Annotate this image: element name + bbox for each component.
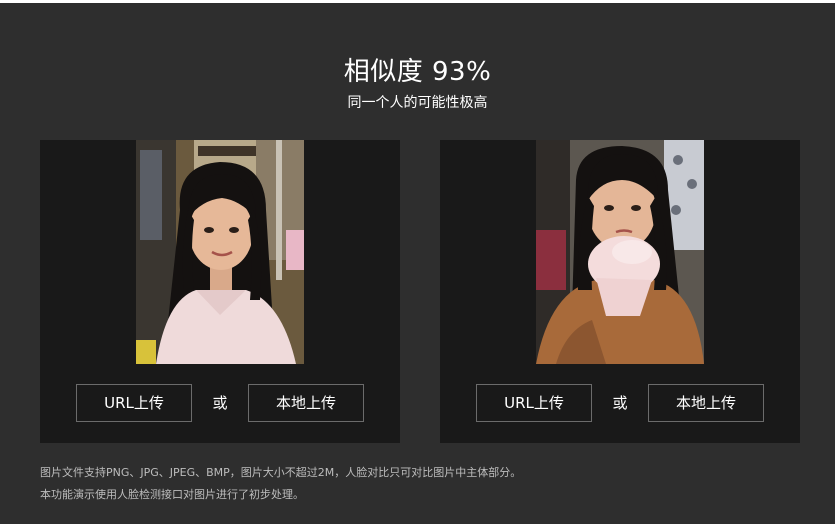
local-upload-button-right[interactable]: 本地上传 bbox=[648, 384, 764, 422]
local-upload-button-left[interactable]: 本地上传 bbox=[248, 384, 364, 422]
format-note: 图片文件支持PNG、JPG、JPEG、BMP，图片大小不超过2M，人脸对比只可对… bbox=[40, 466, 522, 479]
or-separator-left: 或 bbox=[212, 394, 228, 412]
similarity-verdict: 同一个人的可能性极高 bbox=[347, 95, 488, 111]
url-upload-button-right[interactable]: URL上传 bbox=[476, 384, 592, 422]
processing-note: 本功能演示使用人脸检测接口对图片进行了初步处理。 bbox=[40, 488, 304, 501]
face-photo-left bbox=[136, 140, 304, 364]
face-compare-stage: 相似度 93% 同一个人的可能性极高 URL上传 或 本地上传 URL上传 或 … bbox=[0, 3, 835, 524]
or-separator-right: 或 bbox=[612, 394, 628, 412]
similarity-score: 相似度 93% bbox=[343, 57, 492, 87]
url-upload-button-left[interactable]: URL上传 bbox=[76, 384, 192, 422]
image-panel-right: URL上传 或 本地上传 bbox=[440, 140, 800, 443]
face-photo-right bbox=[536, 140, 704, 364]
image-panel-left: URL上传 或 本地上传 bbox=[40, 140, 400, 443]
